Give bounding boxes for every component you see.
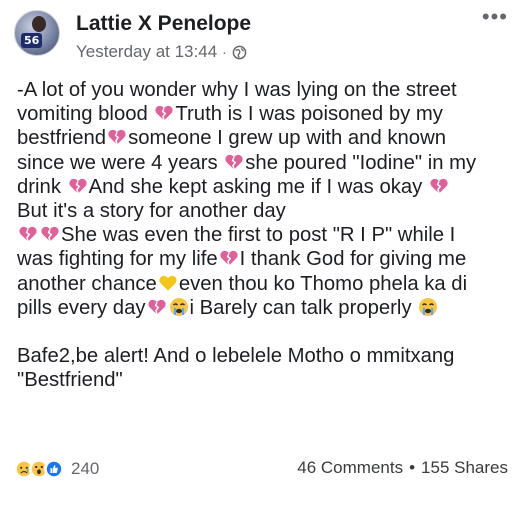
broken-heart-icon [430,178,448,194]
post-text-segment: drink [17,175,67,198]
avatar-badge: 56 [21,33,43,48]
reactions-summary[interactable]: 240 [14,459,99,479]
post-text-line: bestfriend someone I grew up with and kno… [17,126,517,150]
comments-count[interactable]: 46 Comments [297,458,403,478]
post-text-segment: Truth is I was poisoned by my [175,103,443,126]
broken-heart-icon [225,154,243,170]
post-text-line: drink And she kept asking me if I was ok… [17,175,517,199]
crying-face-icon [419,297,438,316]
broken-heart-icon [68,178,87,194]
post-text-segment: Bafe2,be alert! And o lebelele Motho o m… [17,345,455,368]
post-text-segment: she poured "Iodine" in my [245,151,477,174]
like-reaction-icon [44,459,64,479]
avatar[interactable]: 56 [14,10,60,56]
post-text-line: was fighting for my life I thank God for … [17,247,517,271]
post-text-segment: even thou ko Thomo phela ka di [178,272,468,295]
post-header: 56 Lattie X Penelope Yesterday at 13:44 … [14,6,514,62]
broken-heart-icon [155,106,174,121]
broken-heart-icon [108,130,126,146]
post-text-segment: But it's a story for another day [17,200,286,223]
post-stats: 46 Comments • 155 Shares [297,458,508,478]
globe-icon[interactable] [232,45,247,60]
post-text-segment: I thank God for giving me [239,248,467,271]
more-options-icon[interactable]: ••• [482,6,508,28]
post-text-segment: was fighting for my life [17,248,218,271]
post-text-line: vomiting blood Truth is I was poisoned b… [17,102,517,126]
yellow-heart-icon [159,275,177,291]
post-text-line: But it's a story for another day [17,199,517,223]
post-meta: Yesterday at 13:44 · [76,42,247,62]
post-text-segment: She was even the first to post "R I P" w… [61,224,456,247]
post-text-line: pills every day i Barely can talk properl… [17,296,517,320]
post-text-segment: someone I grew up with and known [128,127,447,150]
author-name[interactable]: Lattie X Penelope [76,12,251,36]
post-text-segment: another chance [17,272,157,295]
crying-face-icon [169,297,188,316]
post-text-line: since we were 4 years she poured "Iodine… [17,151,517,175]
post-text-segment: And she kept asking me if I was okay [88,175,428,198]
post-text-segment: since we were 4 years [17,151,224,174]
post-text-line: "Bestfriend" [17,368,517,392]
post-text-segment: i Barely can talk properly [189,296,418,319]
broken-heart-icon [220,251,238,267]
post-text-line: -A lot of you wonder why I was lying on … [17,78,517,102]
broken-heart-icon [19,227,37,242]
post-text-segment: bestfriend [17,127,107,150]
broken-heart-icon [41,227,59,242]
post-text-segment: vomiting blood [17,103,154,126]
avatar-head [32,16,46,32]
post-text-segment: pills every day [17,296,146,319]
stats-separator: • [409,458,416,477]
post-text-segment: "Bestfriend" [17,369,123,392]
post-timestamp[interactable]: Yesterday at 13:44 [76,42,217,62]
reaction-count: 240 [71,459,100,478]
broken-heart-icon [147,299,166,315]
post-text-line: another chance even thou ko Thomo phela k… [17,272,517,296]
post-text-segment: -A lot of you wonder why I was lying on … [17,79,457,101]
meta-separator: · [222,44,227,60]
post-text: -A lot of you wonder why I was lying on … [17,78,517,392]
shares-count[interactable]: 155 Shares [421,458,508,478]
post-text-line: Bafe2,be alert! And o lebelele Motho o m… [17,344,517,368]
post-footer: 240 46 Comments • 155 Shares [14,456,514,482]
post-text-line: She was even the first to post "R I P" w… [17,223,517,247]
